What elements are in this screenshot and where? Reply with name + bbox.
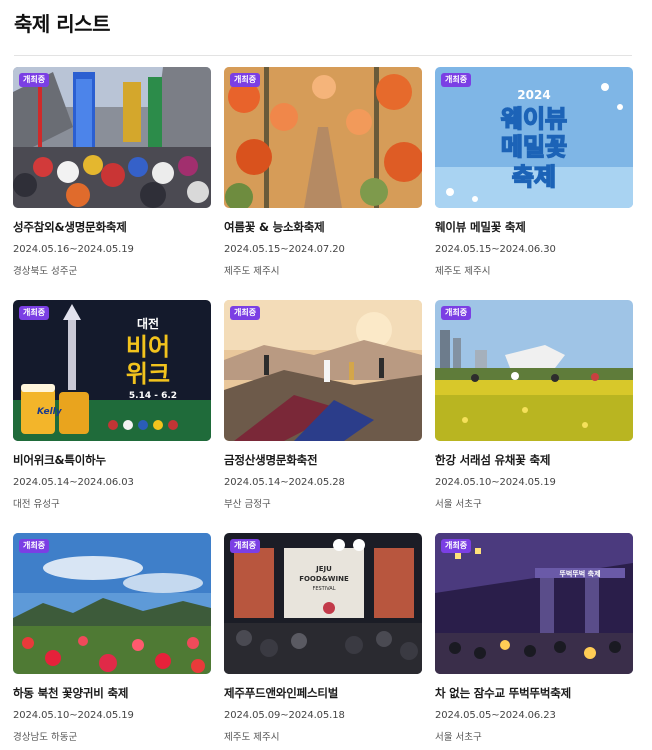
canola-field-photo bbox=[435, 300, 633, 441]
festival-location: 대전 유성구 bbox=[13, 499, 60, 510]
festival-card[interactable]: 개최중 성주참외&생명문화축제 2024.05.16~2024.05.19 경상… bbox=[13, 67, 211, 277]
festival-location: 서울 서초구 bbox=[435, 732, 482, 743]
status-badge: 개최중 bbox=[230, 73, 261, 87]
page-title: 축제 리스트 bbox=[14, 12, 110, 36]
festival-location: 제주도 제주시 bbox=[435, 266, 491, 277]
festival-location: 경상남도 하동군 bbox=[13, 732, 78, 743]
poster-line: 위크 bbox=[126, 360, 170, 388]
festival-period: 2024.05.16~2024.05.19 bbox=[13, 244, 134, 255]
poster-line: 웨이뷰 bbox=[501, 105, 567, 133]
festival-thumbnail[interactable]: 개최중 bbox=[224, 67, 422, 208]
festival-thumbnail[interactable]: 개최중 bbox=[435, 300, 633, 441]
status-badge: 개최중 bbox=[19, 539, 50, 553]
poster-year: 2024 bbox=[517, 88, 550, 102]
poster-brand: Kelly bbox=[37, 407, 63, 417]
festival-thumbnail[interactable]: 뚜벅뚜벅 축제 개최중 bbox=[435, 533, 633, 674]
festival-card[interactable]: 대전 비어 위크 5.14 - 6.2 Kelly 개최중 비어위크&특이하누 … bbox=[13, 300, 211, 510]
festival-location: 제주도 제주시 bbox=[224, 732, 280, 743]
poster-sign: 뚜벅뚜벅 축제 bbox=[559, 569, 600, 578]
festival-name[interactable]: 제주푸드앤와인페스티벌 bbox=[224, 685, 422, 701]
poster-line: JEJU bbox=[315, 565, 332, 573]
festival-name[interactable]: 비어위크&특이하누 bbox=[13, 452, 211, 468]
status-badge: 개최중 bbox=[441, 306, 472, 320]
festival-card[interactable]: 2024 웨이뷰 메밀꽃 축제 개최중 웨이뷰 메밀꽃 축제 2024.05.1… bbox=[435, 67, 633, 277]
poppy-field-photo bbox=[13, 533, 211, 674]
festival-name[interactable]: 성주참외&생명문화축제 bbox=[13, 219, 211, 235]
festival-card[interactable]: 개최중 하동 북천 꽃양귀비 축제 2024.05.10~2024.05.19 … bbox=[13, 533, 211, 743]
festival-name[interactable]: 금정산생명문화축전 bbox=[224, 452, 422, 468]
festival-period: 2024.05.14~2024.05.28 bbox=[224, 477, 345, 488]
poster-dates: 5.14 - 6.2 bbox=[129, 391, 177, 401]
festival-poster: 2024 웨이뷰 메밀꽃 축제 bbox=[435, 67, 633, 208]
parade-photo bbox=[13, 67, 211, 208]
food-wine-event-photo: JEJU FOOD&WINE FESTIVAL bbox=[224, 533, 422, 674]
trumpet-vine-path-photo bbox=[224, 67, 422, 208]
festival-card[interactable]: JEJU FOOD&WINE FESTIVAL 개최중 제주푸드앤와인페스티벌 … bbox=[224, 533, 422, 743]
festival-period: 2024.05.15~2024.06.30 bbox=[435, 244, 556, 255]
festival-thumbnail[interactable]: 2024 웨이뷰 메밀꽃 축제 개최중 bbox=[435, 67, 633, 208]
festival-location: 부산 금정구 bbox=[224, 499, 271, 510]
festival-period: 2024.05.09~2024.05.18 bbox=[224, 710, 345, 721]
bridge-night-photo: 뚜벅뚜벅 축제 bbox=[435, 533, 633, 674]
status-badge: 개최중 bbox=[441, 73, 472, 87]
poster-line: 비어 bbox=[126, 333, 170, 361]
festival-card[interactable]: 개최중 한강 서래섬 유채꽃 축제 2024.05.10~2024.05.19 … bbox=[435, 300, 633, 510]
status-badge: 개최중 bbox=[441, 539, 472, 553]
status-badge: 개최중 bbox=[19, 306, 50, 320]
status-badge: 개최중 bbox=[230, 306, 261, 320]
festival-card[interactable]: 개최중 여름꽃 & 능소화축제 2024.05.15~2024.07.20 제주… bbox=[224, 67, 422, 277]
status-badge: 개최중 bbox=[230, 539, 261, 553]
poster-line: FOOD&WINE bbox=[299, 575, 349, 583]
festival-name[interactable]: 여름꽃 & 능소화축제 bbox=[224, 219, 422, 235]
beer-week-poster: 대전 비어 위크 5.14 - 6.2 Kelly bbox=[13, 300, 211, 441]
festival-thumbnail[interactable]: 개최중 bbox=[13, 67, 211, 208]
poster-line: FESTIVAL bbox=[312, 586, 335, 592]
festival-name[interactable]: 웨이뷰 메밀꽃 축제 bbox=[435, 219, 633, 235]
poster-line: 축제 bbox=[512, 163, 556, 191]
festival-thumbnail[interactable]: 개최중 bbox=[13, 533, 211, 674]
festival-period: 2024.05.14~2024.06.03 bbox=[13, 477, 134, 488]
divider bbox=[14, 55, 632, 56]
festival-name[interactable]: 한강 서래섬 유채꽃 축제 bbox=[435, 452, 633, 468]
header: 축제 리스트 bbox=[14, 10, 632, 38]
festival-location: 서울 서초구 bbox=[435, 499, 482, 510]
festival-period: 2024.05.10~2024.05.19 bbox=[13, 710, 134, 721]
status-badge: 개최중 bbox=[19, 73, 50, 87]
festival-card[interactable]: 뚜벅뚜벅 축제 개최중 차 없는 잠수교 뚜벅뚜벅축제 2024.05.05~2… bbox=[435, 533, 633, 743]
festival-period: 2024.05.05~2024.06.23 bbox=[435, 710, 556, 721]
mountain-ritual-photo bbox=[224, 300, 422, 441]
festival-card[interactable]: 개최중 금정산생명문화축전 2024.05.14~2024.05.28 부산 금… bbox=[224, 300, 422, 510]
festival-period: 2024.05.10~2024.05.19 bbox=[435, 477, 556, 488]
festival-name[interactable]: 차 없는 잠수교 뚜벅뚜벅축제 bbox=[435, 685, 633, 701]
festival-location: 경상북도 성주군 bbox=[13, 266, 78, 277]
festival-name[interactable]: 하동 북천 꽃양귀비 축제 bbox=[13, 685, 211, 701]
festival-period: 2024.05.15~2024.07.20 bbox=[224, 244, 345, 255]
festival-thumbnail[interactable]: JEJU FOOD&WINE FESTIVAL 개최중 bbox=[224, 533, 422, 674]
poster-line: 메밀꽃 bbox=[501, 133, 567, 161]
festival-location: 제주도 제주시 bbox=[224, 266, 280, 277]
festival-thumbnail[interactable]: 개최중 bbox=[224, 300, 422, 441]
festival-thumbnail[interactable]: 대전 비어 위크 5.14 - 6.2 Kelly 개최중 bbox=[13, 300, 211, 441]
poster-line: 대전 bbox=[137, 316, 159, 331]
